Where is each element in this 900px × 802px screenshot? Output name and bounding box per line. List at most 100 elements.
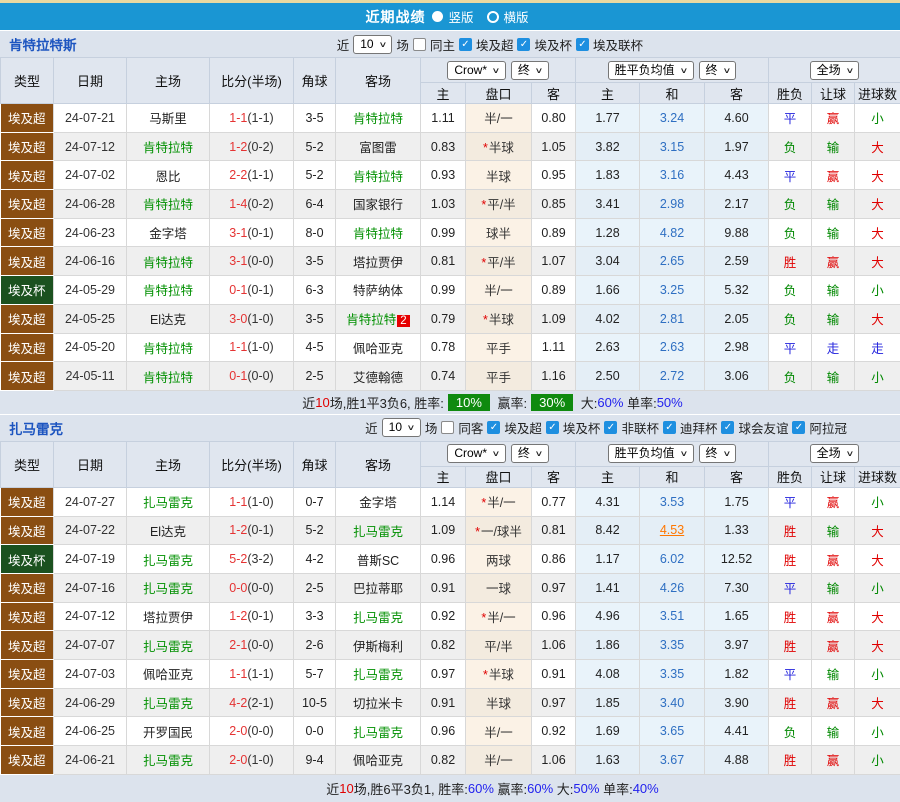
league-checkbox-label[interactable]: 埃及联杯	[593, 35, 643, 54]
league-checkbox[interactable]: ✓	[459, 38, 472, 51]
match-count-select[interactable]: 10∨	[353, 35, 392, 54]
result-cell-value: 平	[784, 112, 797, 126]
league-checkbox[interactable]: ✓	[487, 421, 500, 434]
league-checkbox-label[interactable]: 埃及超	[476, 35, 514, 54]
date-cell: 24-07-07	[54, 631, 127, 660]
horizontal-layout-label[interactable]: 横版	[504, 7, 529, 26]
summary-text: 赢率:	[494, 393, 527, 412]
league-checkbox-label[interactable]: 埃及杯	[563, 418, 601, 437]
euro-draw-value: 3.24	[660, 111, 684, 125]
corner-cell: 10-5	[294, 688, 336, 717]
league-checkbox-label[interactable]: 埃及杯	[534, 35, 572, 54]
summary-text: 单率:	[599, 779, 632, 798]
league-checkbox[interactable]: ✓	[792, 421, 805, 434]
away-team-cell: 巴拉蒂耶	[336, 573, 421, 602]
euro-draw-value: 4.82	[660, 226, 684, 240]
euro-home-cell: 8.42	[576, 516, 640, 545]
col-type: 类型	[1, 441, 54, 487]
league-checkbox[interactable]: ✓	[517, 38, 530, 51]
result-cell-value: 胜	[784, 256, 797, 270]
score-cell: 1-1(1-1)	[210, 660, 294, 689]
euro-draw-value: 2.98	[660, 197, 684, 211]
score-cell: 0-1(0-0)	[210, 362, 294, 391]
summary-text: 50%	[657, 395, 683, 410]
final-euro-select[interactable]: 终∨	[699, 444, 737, 463]
handicap-result-cell: 输	[812, 190, 855, 219]
corner-cell: 9-4	[294, 746, 336, 775]
company-select[interactable]: Crow*∨	[447, 61, 506, 80]
col-score: 比分(半场)	[210, 441, 294, 487]
col-corner: 角球	[294, 58, 336, 104]
home-team-cell: 肯特拉特	[127, 132, 210, 161]
home-team-name: 金字塔	[149, 227, 187, 241]
date-cell: 24-05-20	[54, 333, 127, 362]
euro-home-cell: 1.66	[576, 276, 640, 305]
match-row: 埃及超24-07-22El达克1-2(0-1)5-2扎马雷克1.09*一/球半0…	[1, 516, 900, 545]
horizontal-layout-radio[interactable]	[487, 11, 499, 23]
euro-draw-cell: 3.53	[640, 487, 705, 516]
euro-odds-select[interactable]: 胜平负均值∨	[608, 444, 694, 463]
same-venue-checkbox[interactable]	[441, 421, 454, 434]
home-team-cell: 肯特拉特	[127, 362, 210, 391]
league-checkbox-label[interactable]: 埃及超	[504, 418, 542, 437]
same-venue-checkbox[interactable]	[413, 38, 426, 51]
league-checkbox[interactable]: ✓	[546, 421, 559, 434]
date-cell: 24-06-25	[54, 717, 127, 746]
vertical-layout-label[interactable]: 竖版	[448, 7, 473, 26]
league-checkbox[interactable]: ✓	[663, 421, 676, 434]
away-team-name: 扎马雷克	[353, 525, 403, 539]
away-team-cell: 艾德翰德	[336, 362, 421, 391]
euro-draw-cell: 3.16	[640, 161, 705, 190]
league-checkbox[interactable]: ✓	[721, 421, 734, 434]
result-cell: 胜	[769, 631, 812, 660]
league-checkbox-label[interactable]: 迪拜杯	[680, 418, 718, 437]
goals-result-cell-value: 大	[871, 525, 884, 539]
handicap-cell: 平手	[466, 333, 532, 362]
league-checkbox[interactable]: ✓	[576, 38, 589, 51]
asian-away-odds-cell: 1.06	[532, 631, 576, 660]
fulltime-score: 2-0	[229, 753, 247, 767]
vertical-layout-radio[interactable]	[432, 11, 443, 22]
goals-result-cell: 大	[855, 247, 900, 276]
chevron-down-icon: ∨	[492, 446, 501, 461]
col-handicap: 盘口	[466, 83, 532, 104]
summary-text: 10	[339, 781, 353, 796]
corner-cell: 8-0	[294, 218, 336, 247]
euro-draw-value: 3.65	[660, 724, 684, 738]
final-odds-select[interactable]: 终∨	[511, 444, 549, 463]
goals-result-cell: 小	[855, 746, 900, 775]
home-team-cell: 肯特拉特	[127, 333, 210, 362]
league-checkbox-label[interactable]: 球会友谊	[738, 418, 788, 437]
home-team-name: 扎马雷克	[143, 582, 193, 596]
home-team-name: 肯特拉特	[143, 141, 193, 155]
home-team-name: 塔拉贾伊	[143, 611, 193, 625]
scope-select[interactable]: 全场∨	[810, 444, 860, 463]
final-odds-select[interactable]: 终∨	[511, 61, 549, 80]
away-team-cell: 肯特拉特	[336, 104, 421, 133]
euro-draw-value: 3.40	[660, 696, 684, 710]
date-cell: 24-07-12	[54, 132, 127, 161]
result-cell-value: 胜	[784, 697, 797, 711]
corner-cell: 3-3	[294, 602, 336, 631]
league-checkbox-label[interactable]: 阿拉冠	[809, 418, 847, 437]
match-count-select[interactable]: 10∨	[382, 418, 421, 437]
euro-odds-select[interactable]: 胜平负均值∨	[608, 61, 694, 80]
league-type-cell: 埃及超	[1, 161, 54, 190]
company-select[interactable]: Crow*∨	[447, 444, 506, 463]
final-euro-select[interactable]: 终∨	[699, 61, 737, 80]
scope-select[interactable]: 全场∨	[810, 61, 860, 80]
chevron-down-icon: ∨	[845, 63, 854, 78]
home-team-name: 扎马雷克	[143, 640, 193, 654]
league-checkbox-label[interactable]: 非联杯	[621, 418, 659, 437]
handicap-cell: 半/一	[466, 276, 532, 305]
halftime-score: (0-0)	[247, 581, 273, 595]
league-checkbox[interactable]: ✓	[604, 421, 617, 434]
handicap-result-cell-value: 赢	[827, 170, 840, 184]
euro-away-cell: 3.90	[705, 688, 769, 717]
league-type-cell: 埃及超	[1, 602, 54, 631]
score-cell: 1-1(1-0)	[210, 333, 294, 362]
team-name: 扎马雷克	[9, 418, 63, 438]
score-cell: 0-1(0-1)	[210, 276, 294, 305]
changed-odds-star: *	[483, 668, 488, 682]
handicap-value: 球半	[486, 227, 511, 241]
